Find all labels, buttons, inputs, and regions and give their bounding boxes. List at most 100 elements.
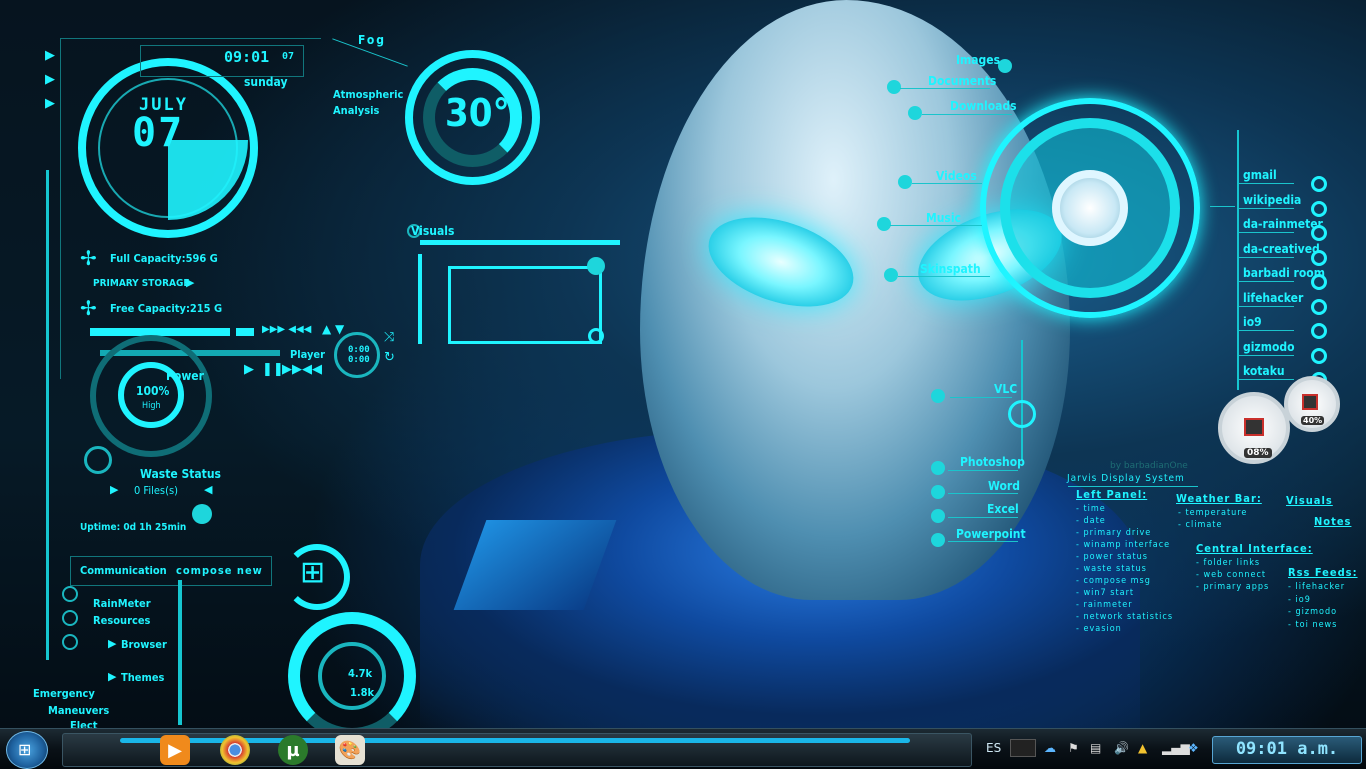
credits-title: Jarvis Display System — [1067, 473, 1185, 484]
notes-item: - io9 — [1288, 594, 1311, 605]
folder-videos[interactable]: Videos — [936, 169, 977, 183]
uptime: Uptime: 0d 1h 25min — [80, 522, 187, 533]
weather-caption-1: Atmospheric — [333, 88, 404, 101]
music-line — [890, 225, 982, 226]
web-link-ring-icon[interactable] — [1311, 201, 1327, 217]
folder-downloads[interactable]: Downloads — [950, 99, 1017, 113]
credits-line — [1068, 486, 1198, 487]
clock-time-frame — [140, 45, 304, 77]
paint-icon[interactable]: 🎨 — [335, 735, 365, 765]
weather-temperature: 30° — [445, 91, 510, 135]
visuals-screen-frame[interactable] — [448, 266, 602, 344]
notes-item: - temperature — [1178, 508, 1248, 518]
desktop-preview-icon[interactable] — [1010, 739, 1036, 757]
player-seek-icon: ▶▶▶ ◀◀◀ — [262, 324, 312, 335]
web-link-ring-icon[interactable] — [1311, 250, 1327, 266]
web-link-ring-icon[interactable] — [1311, 274, 1327, 290]
signal-icon[interactable]: ▂▄▆ — [1162, 741, 1190, 755]
powerpoint-line — [948, 541, 1018, 542]
web-link-ring-icon[interactable] — [1311, 348, 1327, 364]
web-link-ring-icon[interactable] — [1311, 225, 1327, 241]
chrome-icon[interactable] — [220, 735, 250, 765]
clock-weekday: sunday — [244, 75, 288, 89]
shuffle-icon[interactable]: ⤨ — [384, 330, 394, 345]
windows-media-player-icon[interactable]: ▶ — [160, 735, 190, 765]
visuals-handle-bottom[interactable] — [588, 328, 604, 344]
folder-images[interactable]: Images — [956, 53, 1000, 67]
cpu-chip-icon — [1244, 418, 1264, 436]
storage-primary-label: PRIMARY STORAGE — [93, 278, 190, 289]
app-vlc[interactable]: VLC — [994, 382, 1017, 396]
web-link-underline — [1238, 183, 1294, 184]
app-powerpoint[interactable]: Powerpoint — [956, 527, 1026, 541]
web-link-ring-icon[interactable] — [1311, 323, 1327, 339]
web-link-ring-icon[interactable] — [1311, 299, 1327, 315]
power-percent: 100% — [136, 384, 170, 398]
dropbox-icon[interactable]: ❖ — [1188, 741, 1199, 755]
player-bar-segment — [236, 328, 254, 336]
waste-files: 0 Files(s) — [134, 484, 178, 497]
cpu-gauge-value: 08% — [1244, 448, 1272, 458]
web-link[interactable]: da-creatived — [1243, 242, 1320, 256]
waste-empty-button[interactable] — [192, 504, 212, 524]
browser-link[interactable]: Browser — [121, 638, 167, 651]
clock-seconds: 07 — [282, 51, 295, 62]
volume-icon[interactable]: 🔊 — [1114, 741, 1129, 755]
waste-label: Waste Status — [140, 467, 221, 481]
pause-icon[interactable]: ❚❚ — [262, 362, 284, 377]
play-icon[interactable]: ▶ — [244, 362, 254, 377]
arc-reactor-icon[interactable] — [1052, 170, 1128, 246]
previous-icon[interactable]: ◀◀ — [302, 362, 322, 377]
web-link-underline — [1238, 281, 1294, 282]
compose-new-button[interactable]: compose new — [176, 564, 263, 577]
notes-item: - win7 start — [1076, 588, 1135, 598]
next-icon[interactable]: ▶▶ — [282, 362, 302, 377]
rainmeter-ring-icon-1 — [62, 586, 78, 602]
windows-logo-icon[interactable]: ⊞ — [300, 555, 325, 590]
notes-item: - power status — [1076, 552, 1148, 562]
downloads-dot-icon — [908, 106, 922, 120]
web-link[interactable]: io9 — [1243, 315, 1262, 329]
notes-left-panel-list: - time - date - primary drive - winamp inte… — [1076, 503, 1173, 635]
credits-author: by barbadianOne — [1110, 461, 1188, 471]
notes-item: - folder links — [1196, 558, 1261, 568]
notes-item: - web connect — [1196, 570, 1267, 580]
folder-documents[interactable]: Documents — [928, 74, 996, 88]
player-up-down-icon[interactable]: ▲ ▼ — [322, 322, 344, 336]
notes-weather-title: Weather Bar: — [1176, 492, 1262, 505]
storage-full-capacity: Full Capacity:596 G — [110, 252, 218, 265]
weather-caption-2: Analysis — [333, 104, 380, 117]
taskbar: ⊞ ▶ µ 🎨 ES ☁ ⚑ ▤ 🔊 ▲ ▂▄▆ ❖ 09:01 a.m. — [0, 728, 1366, 769]
visuals-handle-top[interactable] — [587, 257, 605, 275]
documents-line — [900, 88, 990, 89]
web-link-ring-icon[interactable] — [1311, 176, 1327, 192]
start-button[interactable]: ⊞ — [6, 731, 48, 769]
google-drive-icon[interactable]: ▲ — [1138, 741, 1147, 755]
network-status-icon[interactable]: ☁ — [1044, 741, 1056, 755]
web-link-underline — [1238, 232, 1294, 233]
folder-skinspath[interactable]: Skinspath — [920, 262, 981, 276]
taskbar-clock-frame[interactable]: 09:01 a.m. — [1212, 736, 1362, 764]
app-word[interactable]: Word — [988, 479, 1020, 493]
repeat-icon[interactable]: ↻ — [384, 350, 395, 365]
web-link[interactable]: kotaku — [1243, 364, 1285, 378]
web-link[interactable]: wikipedia — [1243, 193, 1301, 207]
rainmeter-bar — [178, 580, 182, 725]
notes-item: - evasion — [1076, 624, 1122, 634]
action-center-icon[interactable]: ⚑ — [1068, 741, 1079, 755]
ram-chip-icon — [1302, 394, 1318, 410]
power-state: High — [142, 401, 161, 411]
themes-link[interactable]: Themes — [121, 671, 164, 684]
web-link[interactable]: gmail — [1243, 168, 1277, 182]
folder-music[interactable]: Music — [926, 211, 961, 225]
web-link[interactable]: gizmodo — [1243, 340, 1295, 354]
weblinks-vertical-line — [1237, 130, 1239, 390]
device-icon[interactable]: ▤ — [1090, 741, 1101, 755]
notes-item: - primary apps — [1196, 582, 1270, 592]
language-indicator[interactable]: ES — [986, 741, 1001, 755]
excel-line — [948, 517, 1018, 518]
web-link[interactable]: lifehacker — [1243, 291, 1303, 305]
utorrent-icon[interactable]: µ — [278, 735, 308, 765]
app-excel[interactable]: Excel — [987, 502, 1019, 516]
app-photoshop[interactable]: Photoshop — [960, 455, 1025, 469]
